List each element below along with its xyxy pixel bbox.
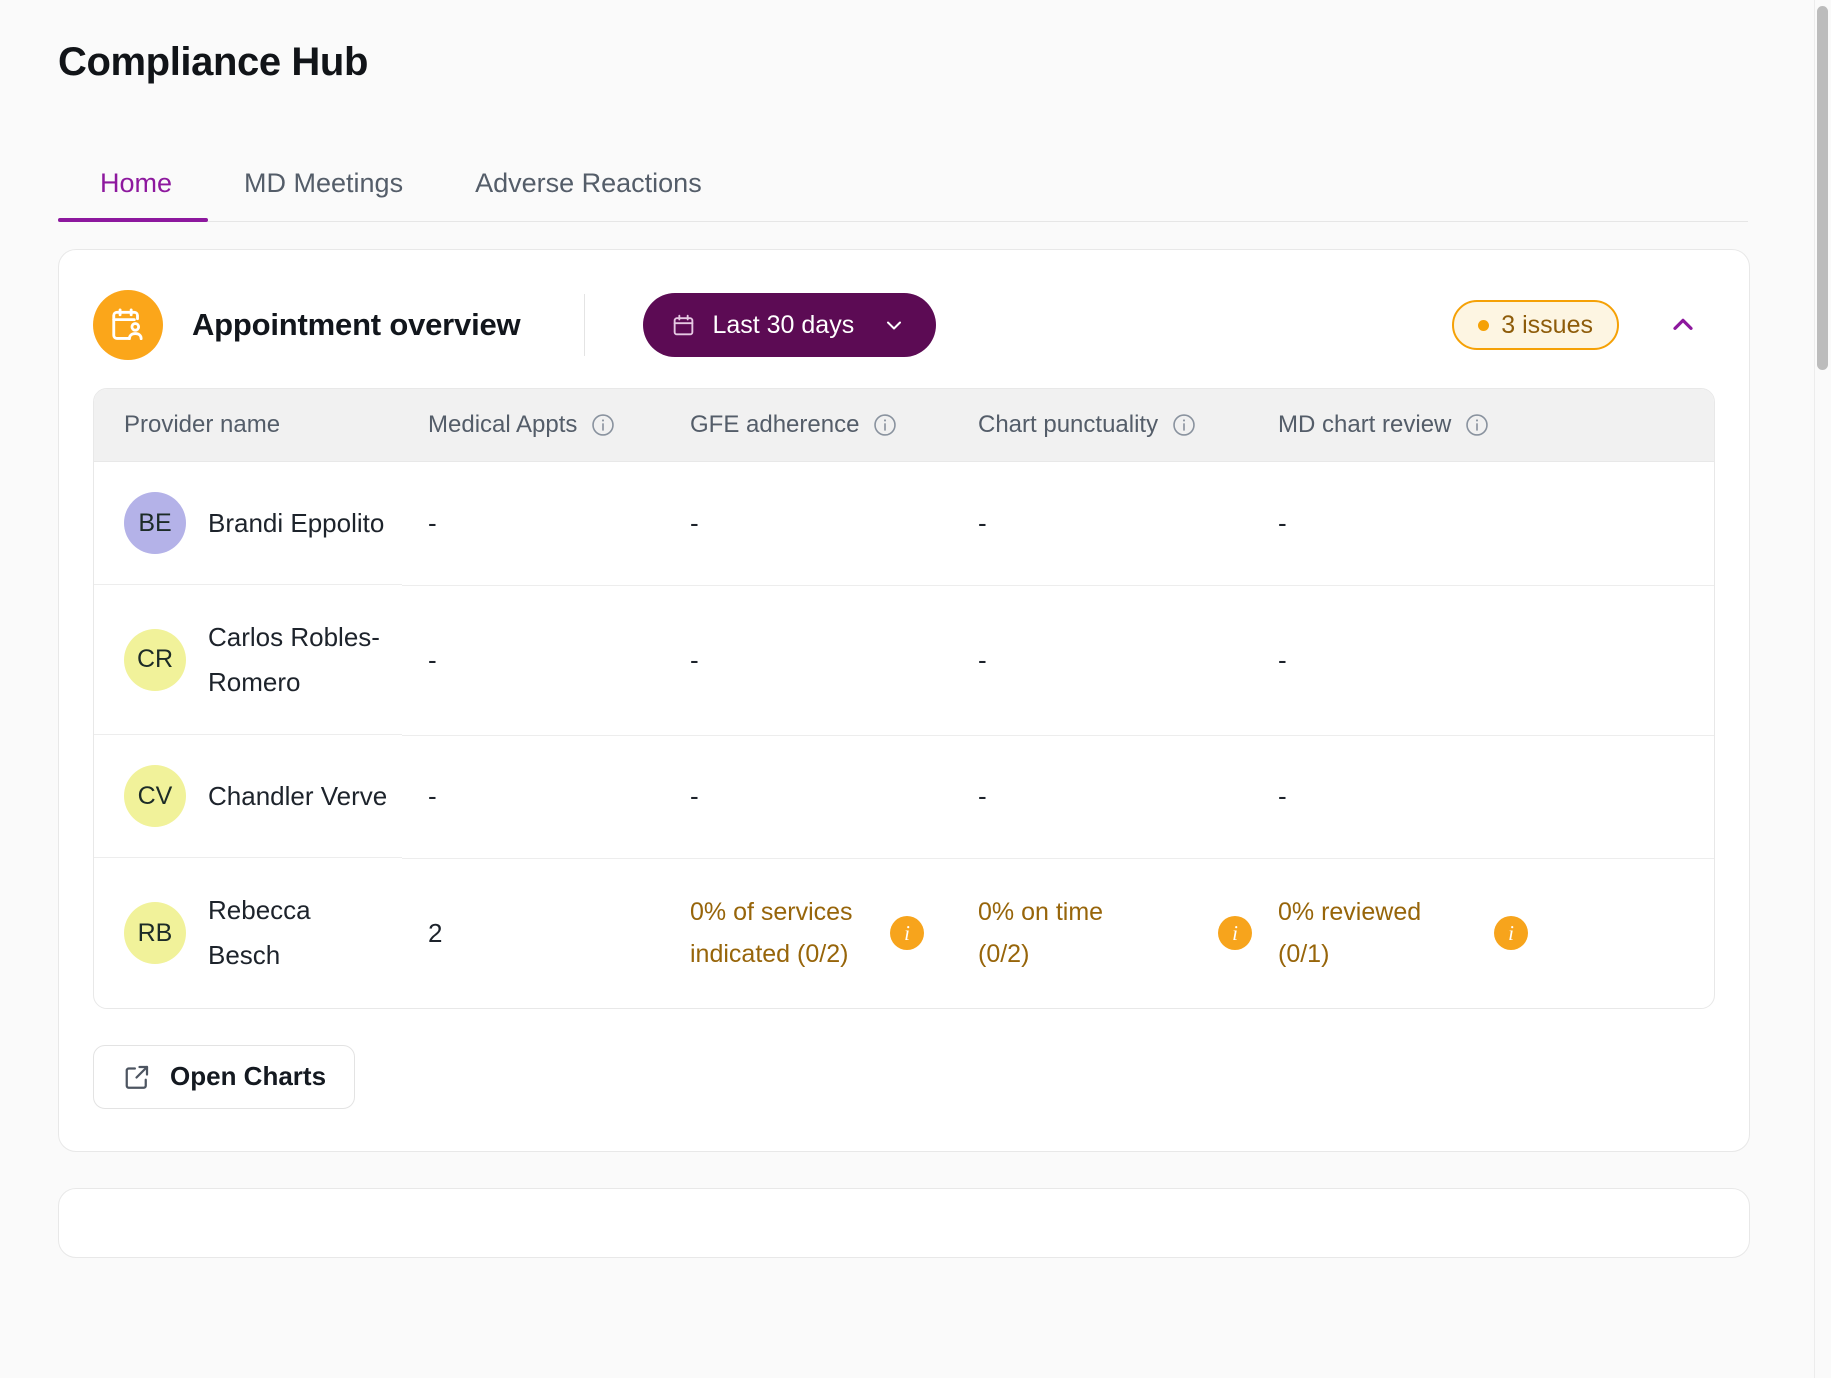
cell-provider-name: CV Chandler Verve	[94, 735, 402, 859]
calendar-icon	[671, 313, 696, 338]
vertical-scrollbar[interactable]	[1815, 0, 1831, 1378]
tab-home[interactable]: Home	[58, 168, 209, 222]
info-icon[interactable]	[1171, 412, 1197, 438]
cell-provider-name: RB Rebecca Besch	[94, 858, 402, 1007]
open-charts-label: Open Charts	[170, 1061, 327, 1092]
cell-md-chart-review: 0% reviewed (0/1) i	[1252, 858, 1714, 1007]
column-label: Medical Appts	[428, 411, 578, 438]
chevron-down-icon	[882, 313, 906, 337]
cell-provider-name: CR Carlos Robles-Romero	[94, 585, 402, 736]
info-icon[interactable]: i	[890, 916, 924, 951]
info-icon[interactable]	[1464, 412, 1490, 438]
provider-name-label: Brandi Eppolito	[208, 507, 385, 538]
status-badge-issues[interactable]: 3 issues	[1452, 300, 1619, 350]
cell-gfe-adherence: -	[664, 735, 952, 859]
avatar: CV	[124, 765, 186, 828]
calendar-person-icon	[93, 290, 163, 360]
metric-warning-text: 0% on time (0/2)	[978, 898, 1104, 969]
table-row[interactable]: BE Brandi Eppolito - - - -	[94, 461, 1714, 586]
open-charts-button[interactable]: Open Charts	[93, 1044, 356, 1109]
cell-gfe-adherence: -	[664, 461, 952, 586]
avatar: BE	[124, 492, 186, 554]
table-row[interactable]: CV Chandler Verve - - - -	[94, 735, 1714, 859]
header-divider	[584, 294, 586, 356]
metric-warning-text: 0% reviewed (0/1)	[1278, 898, 1422, 969]
column-header-chart-punctuality: Chart punctuality	[952, 389, 1252, 462]
info-icon[interactable]	[872, 412, 898, 438]
appointment-overview-card: Appointment overview Last 30 days 3 issu…	[58, 249, 1750, 1152]
metric-warning-text: 0% of services indicated (0/2)	[690, 898, 853, 969]
cell-md-chart-review: -	[1252, 735, 1714, 859]
cell-provider-name: BE Brandi Eppolito	[94, 462, 402, 585]
scrollbar-thumb[interactable]	[1817, 6, 1828, 370]
cell-md-chart-review: -	[1252, 585, 1714, 736]
card-footer: Open Charts	[59, 1009, 1749, 1151]
provider-name-label: Rebecca Besch	[208, 895, 311, 971]
table-body: BE Brandi Eppolito - - - - CR Carlos Rob…	[94, 461, 1714, 1008]
table-row[interactable]: CR Carlos Robles-Romero - - - -	[94, 585, 1714, 736]
column-header-gfe-adherence: GFE adherence	[664, 389, 952, 462]
tab-bar: Home MD Meetings Adverse Reactions	[58, 168, 1748, 222]
scroll-viewport: Compliance Hub Home MD Meetings Adverse …	[0, 0, 1815, 1378]
column-label: MD chart review	[1278, 411, 1452, 438]
providers-table-wrapper: Provider name Medical Appts GFE adherenc…	[93, 388, 1715, 1009]
status-dot-icon	[1478, 319, 1490, 331]
cell-medical-appts: -	[402, 585, 664, 736]
tab-adverse-reactions[interactable]: Adverse Reactions	[439, 168, 738, 221]
info-icon[interactable]: i	[1218, 916, 1252, 951]
cell-chart-punctuality: -	[952, 735, 1252, 859]
column-header-medical-appts: Medical Appts	[402, 389, 664, 462]
table-header-row: Provider name Medical Appts GFE adherenc…	[94, 389, 1714, 462]
avatar: CR	[124, 628, 186, 691]
cell-md-chart-review: -	[1252, 461, 1714, 586]
column-label: Provider name	[124, 411, 281, 438]
external-link-icon	[122, 1062, 152, 1092]
info-icon[interactable]: i	[1494, 916, 1528, 951]
tab-md-meetings[interactable]: MD Meetings	[208, 168, 439, 221]
avatar: RB	[124, 902, 186, 965]
provider-name-label: Chandler Verve	[208, 781, 388, 812]
issues-badge-label: 3 issues	[1501, 310, 1593, 339]
table-header: Provider name Medical Appts GFE adherenc…	[94, 389, 1714, 462]
cell-gfe-adherence: 0% of services indicated (0/2) i	[664, 858, 952, 1007]
collapse-card-button[interactable]	[1661, 303, 1705, 347]
info-icon[interactable]	[590, 412, 616, 438]
cell-medical-appts: -	[402, 735, 664, 859]
cell-medical-appts: 2	[428, 917, 443, 948]
date-range-selector[interactable]: Last 30 days	[643, 293, 937, 357]
cell-medical-appts: -	[402, 461, 664, 586]
table-row[interactable]: RB Rebecca Besch 2 0% of services indica…	[94, 858, 1714, 1007]
column-header-md-chart-review: MD chart review	[1252, 389, 1714, 462]
cell-chart-punctuality: -	[952, 585, 1252, 736]
column-label: Chart punctuality	[978, 411, 1159, 438]
provider-name-label: Carlos Robles-Romero	[208, 622, 380, 697]
column-label: GFE adherence	[690, 411, 860, 438]
next-card-partial	[58, 1187, 1750, 1258]
providers-table: Provider name Medical Appts GFE adherenc…	[94, 389, 1714, 1008]
cell-gfe-adherence: -	[664, 585, 952, 736]
cell-chart-punctuality: 0% on time (0/2) i	[952, 858, 1252, 1007]
card-header: Appointment overview Last 30 days 3 issu…	[59, 250, 1749, 388]
column-header-provider-name: Provider name	[94, 389, 402, 462]
date-range-label: Last 30 days	[712, 310, 855, 339]
card-title: Appointment overview	[192, 307, 521, 342]
chevron-up-icon	[1667, 309, 1699, 341]
page-title: Compliance Hub	[58, 40, 368, 84]
cell-chart-punctuality: -	[952, 461, 1252, 586]
